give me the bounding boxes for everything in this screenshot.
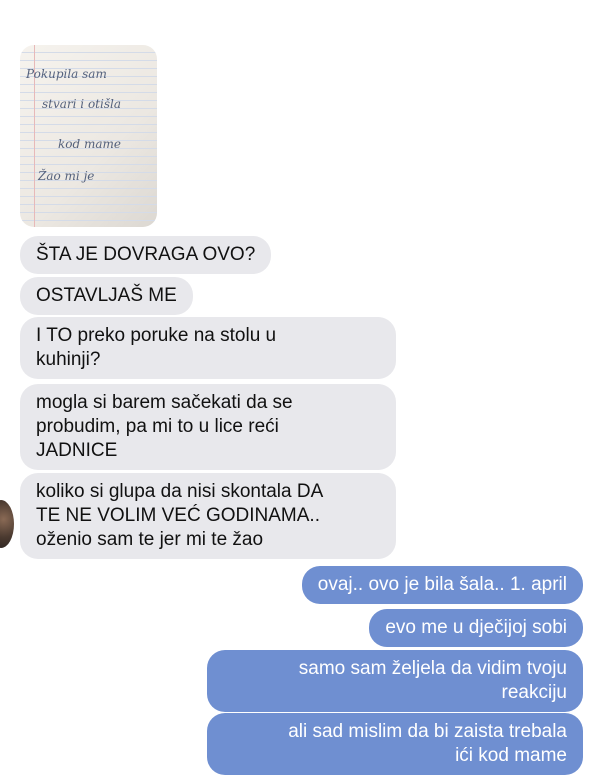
message-incoming-1[interactable]: ŠTA JE DOVRAGA OVO? (20, 236, 272, 274)
message-outgoing-3[interactable]: samo sam željela da vidim tvoju reakciju (207, 650, 583, 712)
note-photo[interactable]: Pokupila sam stvari i otišla kod mame Ža… (20, 45, 157, 227)
message-outgoing-2[interactable]: evo me u dječijoj sobi (369, 609, 583, 647)
message-outgoing-4[interactable]: ali sad mislim da bi zaista trebala ići … (207, 713, 583, 775)
note-line-4: Žao mi je (38, 169, 95, 183)
message-incoming-3[interactable]: I TO preko poruke na stolu u kuhinji? (20, 317, 396, 379)
note-line-1: Pokupila sam (26, 67, 107, 81)
sender-avatar[interactable] (0, 500, 14, 548)
message-incoming-5[interactable]: koliko si glupa da nisi skontala DA TE N… (20, 473, 396, 559)
note-line-3: kod mame (58, 137, 122, 151)
message-outgoing-1[interactable]: ovaj.. ovo je bila šala.. 1. april (301, 566, 583, 604)
message-incoming-4[interactable]: mogla si barem sačekati da se probudim, … (20, 384, 396, 470)
message-incoming-2[interactable]: OSTAVLJAŠ ME (20, 277, 193, 315)
note-line-2: stvari i otišla (42, 97, 121, 111)
